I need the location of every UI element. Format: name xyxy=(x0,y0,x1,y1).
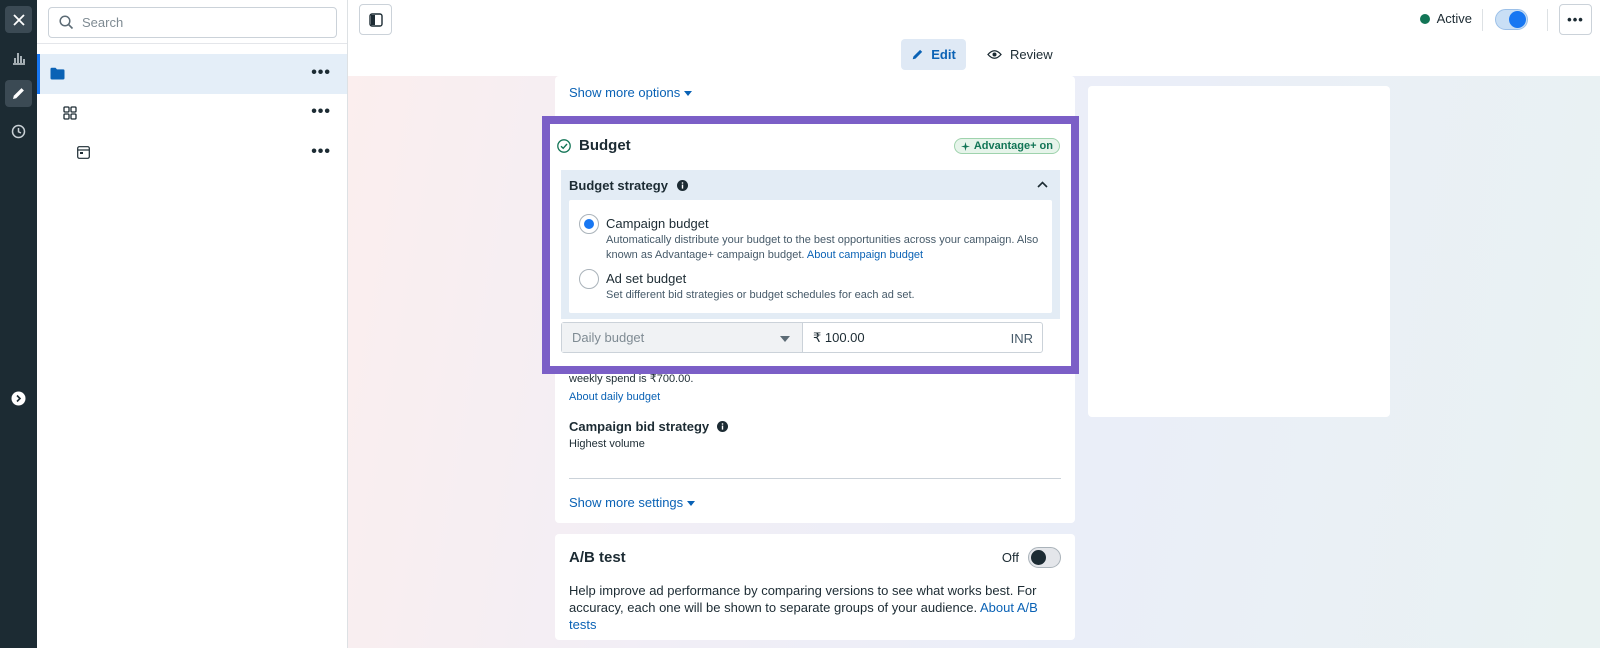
divider xyxy=(1482,9,1483,31)
budget-type-select[interactable]: Daily budget xyxy=(562,323,803,352)
campaign-budget-radio[interactable] xyxy=(579,214,599,234)
search-icon xyxy=(59,15,74,30)
ab-test-description: Help improve ad performance by comparing… xyxy=(569,583,1038,632)
budget-amount-row: Daily budget INR xyxy=(561,322,1043,353)
divider xyxy=(569,478,1061,479)
grid-icon xyxy=(63,106,77,120)
show-more-options-link[interactable]: Show more options xyxy=(569,85,693,100)
budget-section-highlight: Budget Advantage+ on Budget strategy Cam… xyxy=(542,116,1079,374)
more-actions-button[interactable]: ••• xyxy=(1559,4,1592,35)
chevron-up-icon[interactable] xyxy=(1037,181,1048,188)
clock-icon xyxy=(11,124,26,139)
budget-strategy-label: Budget strategy xyxy=(569,177,668,193)
left-rail xyxy=(0,0,37,648)
sidebar-toggle-icon xyxy=(368,12,383,27)
history-button[interactable] xyxy=(5,118,32,145)
show-more-settings-link[interactable]: Show more settings xyxy=(569,495,696,510)
ab-test-toggle-label: Off xyxy=(1001,550,1019,565)
expand-button[interactable] xyxy=(5,385,32,412)
advantage-badge: Advantage+ on xyxy=(953,138,1060,154)
edit-mode-button[interactable] xyxy=(5,80,32,107)
more-options-button[interactable]: ••• xyxy=(311,104,331,120)
info-icon[interactable] xyxy=(717,421,729,432)
pencil-icon xyxy=(13,88,24,99)
more-options-button[interactable]: ••• xyxy=(311,144,331,160)
sparkle-icon xyxy=(960,141,970,151)
folder-icon xyxy=(50,67,65,80)
about-campaign-budget-link[interactable]: About campaign budget xyxy=(807,249,923,261)
campaign-budget-description: Automatically distribute your budget to … xyxy=(606,234,1039,261)
tab-edit-label: Edit xyxy=(931,47,956,62)
bid-strategy-heading: Campaign bid strategy xyxy=(569,419,729,434)
search-box[interactable] xyxy=(48,7,337,38)
panel-toggle-button[interactable] xyxy=(359,4,392,35)
ad-set-budget-radio[interactable] xyxy=(579,269,599,289)
ad-preview-card xyxy=(1088,86,1390,417)
budget-strategy-header[interactable]: Budget strategy xyxy=(561,170,1060,200)
ab-test-title: A/B test xyxy=(569,549,626,566)
divider xyxy=(1547,9,1548,31)
status-dot-icon xyxy=(1419,13,1430,24)
campaign-budget-label[interactable]: Campaign budget xyxy=(606,216,709,231)
divider xyxy=(37,43,347,44)
status-label: Active xyxy=(1436,11,1472,26)
currency-label: INR xyxy=(1010,331,1033,346)
check-circle-icon xyxy=(557,138,571,153)
budget-type-value: Daily budget xyxy=(572,330,645,345)
budget-heading: Budget xyxy=(557,137,631,154)
budget-amount-field[interactable]: INR xyxy=(803,323,1042,352)
tab-edit[interactable]: Edit xyxy=(901,39,966,70)
budget-amount-input[interactable] xyxy=(813,330,973,345)
ab-test-card: A/B test Off Help improve ad performance… xyxy=(555,534,1075,640)
budget-strategy-body: Campaign budget Automatically distribute… xyxy=(561,200,1060,319)
close-icon xyxy=(12,13,25,26)
info-icon[interactable] xyxy=(676,179,688,191)
ab-test-toggle[interactable] xyxy=(1028,547,1061,568)
top-bar: Edit Review Active ••• xyxy=(348,0,1600,76)
bid-strategy-value: Highest volume xyxy=(569,438,645,450)
tab-review-label: Review xyxy=(1010,47,1053,62)
campaign-tree-panel: ••• ••• ••• xyxy=(37,0,348,648)
tab-review[interactable]: Review xyxy=(981,39,1059,70)
more-icon: ••• xyxy=(1567,12,1584,27)
campaign-status: Active xyxy=(1419,11,1472,26)
more-options-button[interactable]: ••• xyxy=(311,65,331,81)
bid-strategy-label: Campaign bid strategy xyxy=(569,419,710,434)
ad-icon xyxy=(77,146,90,159)
search-input[interactable] xyxy=(82,15,322,30)
chevron-right-circle-icon xyxy=(11,391,26,406)
budget-title: Budget xyxy=(579,137,631,154)
close-button[interactable] xyxy=(5,6,32,33)
ad-set-budget-label[interactable]: Ad set budget xyxy=(606,271,686,286)
bar-chart-icon xyxy=(12,52,25,65)
about-daily-budget-link[interactable]: About daily budget xyxy=(569,391,660,403)
reporting-button[interactable] xyxy=(5,44,32,71)
ad-set-budget-description: Set different bid strategies or budget s… xyxy=(606,289,915,301)
pencil-icon xyxy=(912,49,923,60)
tree-row-ad[interactable]: ••• xyxy=(37,133,347,173)
budget-strategy-options: Campaign budget Automatically distribute… xyxy=(569,200,1052,313)
dropdown-arrow-icon xyxy=(780,336,790,342)
campaign-on-off-toggle[interactable] xyxy=(1495,9,1528,30)
eye-icon xyxy=(987,50,1002,59)
tree-row-campaign[interactable]: ••• xyxy=(37,54,347,94)
tree-row-ad-set[interactable]: ••• xyxy=(37,93,347,133)
